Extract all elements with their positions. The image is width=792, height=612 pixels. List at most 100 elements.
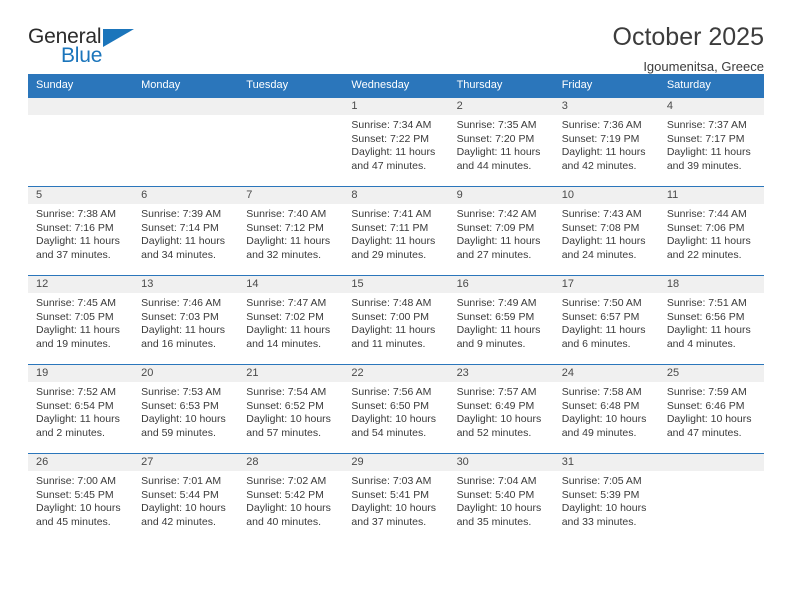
calendar-day-cell[interactable]: 3 Sunrise: 7:36 AM Sunset: 7:19 PM Daylight… xyxy=(553,97,659,187)
day-number: 28 xyxy=(238,454,344,471)
daylight-duration: Daylight: 10 hours and 37 minutes. xyxy=(351,502,437,528)
day-details: Sunrise: 7:51 AM Sunset: 6:56 PM Daylight:… xyxy=(659,293,764,351)
calendar-day-cell[interactable]: 12 Sunrise: 7:45 AM Sunset: 7:05 PM Dayligh… xyxy=(28,275,134,365)
calendar-day-cell[interactable]: 25 Sunrise: 7:59 AM Sunset: 6:46 PM Dayligh… xyxy=(658,364,764,454)
day-details: Sunrise: 7:52 AM Sunset: 6:54 PM Daylight:… xyxy=(28,382,133,440)
calendar-day-cell[interactable]: 11 Sunrise: 7:44 AM Sunset: 7:06 PM Dayligh… xyxy=(658,186,764,276)
day-cell-inner: 1 Sunrise: 7:34 AM Sunset: 7:22 PM Daylight… xyxy=(343,98,449,186)
calendar-day-cell[interactable]: 26 Sunrise: 7:00 AM Sunset: 5:45 PM Dayligh… xyxy=(28,453,134,542)
daylight-duration: Daylight: 10 hours and 45 minutes. xyxy=(36,502,121,528)
day-cell-inner: 18 Sunrise: 7:51 AM Sunset: 6:56 PM Dayligh… xyxy=(658,276,764,364)
day-details: Sunrise: 7:36 AM Sunset: 7:19 PM Daylight:… xyxy=(554,115,659,173)
calendar-day-cell[interactable]: 10 Sunrise: 7:43 AM Sunset: 7:08 PM Dayligh… xyxy=(553,186,659,276)
sunset-time: Sunset: 5:44 PM xyxy=(141,488,219,501)
calendar-day-cell[interactable]: 22 Sunrise: 7:56 AM Sunset: 6:50 PM Dayligh… xyxy=(343,364,449,454)
daylight-duration: Daylight: 11 hours and 22 minutes. xyxy=(666,235,751,261)
calendar-day-cell[interactable]: 9 Sunrise: 7:42 AM Sunset: 7:09 PM Daylight… xyxy=(448,186,554,276)
calendar-day-cell[interactable]: 19 Sunrise: 7:52 AM Sunset: 6:54 PM Dayligh… xyxy=(28,364,134,454)
calendar-day-cell[interactable]: 24 Sunrise: 7:58 AM Sunset: 6:48 PM Dayligh… xyxy=(553,364,659,454)
daylight-duration: Daylight: 10 hours and 40 minutes. xyxy=(246,502,331,528)
calendar-day-cell[interactable]: 31 Sunrise: 7:05 AM Sunset: 5:39 PM Dayligh… xyxy=(553,453,659,542)
sunset-time: Sunset: 6:56 PM xyxy=(666,310,745,323)
calendar-page: General Blue October 2025 Igoumenitsa, G… xyxy=(0,0,792,612)
day-details: Sunrise: 7:47 AM Sunset: 7:02 PM Daylight:… xyxy=(238,293,343,351)
day-details: Sunrise: 7:45 AM Sunset: 7:05 PM Daylight:… xyxy=(28,293,133,351)
day-details: Sunrise: 7:04 AM Sunset: 5:40 PM Daylight:… xyxy=(449,471,554,529)
day-number: 6 xyxy=(133,187,239,204)
sunset-time: Sunset: 7:00 PM xyxy=(351,310,430,323)
day-details: Sunrise: 7:56 AM Sunset: 6:50 PM Daylight:… xyxy=(343,382,448,440)
sunrise-time: Sunrise: 7:38 AM xyxy=(36,208,116,220)
day-number: 13 xyxy=(133,276,239,293)
day-cell-inner: 2 Sunrise: 7:35 AM Sunset: 7:20 PM Daylight… xyxy=(448,98,554,186)
day-details: Sunrise: 7:53 AM Sunset: 6:53 PM Daylight:… xyxy=(133,382,238,440)
calendar-day-cell[interactable]: 1 Sunrise: 7:34 AM Sunset: 7:22 PM Daylight… xyxy=(343,97,449,187)
calendar-day-cell[interactable]: 4 Sunrise: 7:37 AM Sunset: 7:17 PM Daylight… xyxy=(658,97,764,187)
calendar-day-cell[interactable]: 29 Sunrise: 7:03 AM Sunset: 5:41 PM Dayligh… xyxy=(343,453,449,542)
sunset-time: Sunset: 5:42 PM xyxy=(246,488,324,501)
sunset-time: Sunset: 7:08 PM xyxy=(561,221,640,234)
sunrise-time: Sunrise: 7:53 AM xyxy=(141,386,222,398)
daylight-duration: Daylight: 11 hours and 6 minutes. xyxy=(561,324,646,350)
day-cell-inner: 27 Sunrise: 7:01 AM Sunset: 5:44 PM Dayligh… xyxy=(133,454,239,542)
sunrise-time: Sunrise: 7:42 AM xyxy=(456,208,537,220)
sunrise-time: Sunrise: 7:59 AM xyxy=(666,386,747,398)
day-cell-inner: 21 Sunrise: 7:54 AM Sunset: 6:52 PM Dayligh… xyxy=(238,365,344,453)
sunrise-time: Sunrise: 7:02 AM xyxy=(246,475,327,487)
calendar-day-cell[interactable]: 5 Sunrise: 7:38 AM Sunset: 7:16 PM Daylight… xyxy=(28,186,134,276)
sunrise-time: Sunrise: 7:34 AM xyxy=(351,119,432,131)
page-title: October 2025 xyxy=(612,23,765,51)
day-number: 27 xyxy=(133,454,239,471)
calendar-day-cell[interactable]: 20 Sunrise: 7:53 AM Sunset: 6:53 PM Dayligh… xyxy=(133,364,239,454)
calendar-week-row: 5 Sunrise: 7:38 AM Sunset: 7:16 PM Daylight… xyxy=(28,186,764,276)
calendar-day-cell[interactable]: 7 Sunrise: 7:40 AM Sunset: 7:12 PM Daylight… xyxy=(238,186,344,276)
day-details: Sunrise: 7:50 AM Sunset: 6:57 PM Daylight:… xyxy=(554,293,659,351)
daylight-duration: Daylight: 10 hours and 33 minutes. xyxy=(561,502,647,528)
sunrise-time: Sunrise: 7:44 AM xyxy=(666,208,747,220)
day-cell-inner: 29 Sunrise: 7:03 AM Sunset: 5:41 PM Dayligh… xyxy=(343,454,449,542)
day-details: Sunrise: 7:38 AM Sunset: 7:16 PM Daylight:… xyxy=(28,204,133,262)
calendar-day-cell[interactable]: 8 Sunrise: 7:41 AM Sunset: 7:11 PM Daylight… xyxy=(343,186,449,276)
sunrise-time: Sunrise: 7:01 AM xyxy=(141,475,222,487)
calendar-day-cell[interactable]: 15 Sunrise: 7:48 AM Sunset: 7:00 PM Dayligh… xyxy=(343,275,449,365)
day-details: Sunrise: 7:00 AM Sunset: 5:45 PM Daylight:… xyxy=(28,471,133,529)
sunrise-time: Sunrise: 7:00 AM xyxy=(36,475,116,487)
calendar-week-row: 19 Sunrise: 7:52 AM Sunset: 6:54 PM Dayligh… xyxy=(28,364,764,454)
sunrise-time: Sunrise: 7:39 AM xyxy=(141,208,222,220)
day-cell-inner: 11 Sunrise: 7:44 AM Sunset: 7:06 PM Dayligh… xyxy=(658,187,764,275)
calendar-day-cell[interactable]: 14 Sunrise: 7:47 AM Sunset: 7:02 PM Dayligh… xyxy=(238,275,344,365)
calendar-day-cell[interactable]: 2 Sunrise: 7:35 AM Sunset: 7:20 PM Daylight… xyxy=(448,97,554,187)
day-number: 21 xyxy=(238,365,344,382)
calendar-day-cell[interactable]: 27 Sunrise: 7:01 AM Sunset: 5:44 PM Dayligh… xyxy=(133,453,239,542)
calendar-day-cell[interactable]: 17 Sunrise: 7:50 AM Sunset: 6:57 PM Dayligh… xyxy=(553,275,659,365)
calendar-day-cell[interactable]: 6 Sunrise: 7:39 AM Sunset: 7:14 PM Daylight… xyxy=(133,186,239,276)
day-number: 2 xyxy=(448,98,554,115)
day-cell-inner: 5 Sunrise: 7:38 AM Sunset: 7:16 PM Daylight… xyxy=(28,187,134,275)
calendar-day-cell[interactable]: 28 Sunrise: 7:02 AM Sunset: 5:42 PM Dayligh… xyxy=(238,453,344,542)
sunrise-time: Sunrise: 7:50 AM xyxy=(561,297,642,309)
calendar-day-cell[interactable]: 30 Sunrise: 7:04 AM Sunset: 5:40 PM Dayligh… xyxy=(448,453,554,542)
daylight-duration: Daylight: 11 hours and 42 minutes. xyxy=(561,146,646,172)
calendar-day-cell[interactable]: 18 Sunrise: 7:51 AM Sunset: 6:56 PM Dayligh… xyxy=(658,275,764,365)
sunset-time: Sunset: 6:48 PM xyxy=(561,399,640,412)
day-cell-inner: 13 Sunrise: 7:46 AM Sunset: 7:03 PM Dayligh… xyxy=(133,276,239,364)
calendar-day-cell[interactable]: 16 Sunrise: 7:49 AM Sunset: 6:59 PM Dayligh… xyxy=(448,275,554,365)
general-blue-logo: General Blue xyxy=(28,26,148,74)
calendar-day-cell[interactable]: 21 Sunrise: 7:54 AM Sunset: 6:52 PM Dayligh… xyxy=(238,364,344,454)
day-number: 3 xyxy=(553,98,659,115)
calendar-day-cell[interactable]: 23 Sunrise: 7:57 AM Sunset: 6:49 PM Dayligh… xyxy=(448,364,554,454)
sunrise-time: Sunrise: 7:47 AM xyxy=(246,297,327,309)
sunrise-time: Sunrise: 7:03 AM xyxy=(351,475,432,487)
sunrise-time: Sunrise: 7:05 AM xyxy=(561,475,642,487)
logo-triangle-icon xyxy=(103,29,134,47)
sunset-time: Sunset: 6:46 PM xyxy=(666,399,745,412)
calendar-day-cell[interactable]: 13 Sunrise: 7:46 AM Sunset: 7:03 PM Dayligh… xyxy=(133,275,239,365)
day-number xyxy=(133,98,239,115)
sunrise-time: Sunrise: 7:49 AM xyxy=(456,297,537,309)
day-number xyxy=(658,454,764,471)
day-number: 10 xyxy=(553,187,659,204)
sunrise-time: Sunrise: 7:36 AM xyxy=(561,119,642,131)
day-number: 4 xyxy=(658,98,764,115)
daylight-duration: Daylight: 11 hours and 39 minutes. xyxy=(666,146,751,172)
day-details: Sunrise: 7:39 AM Sunset: 7:14 PM Daylight:… xyxy=(133,204,238,262)
